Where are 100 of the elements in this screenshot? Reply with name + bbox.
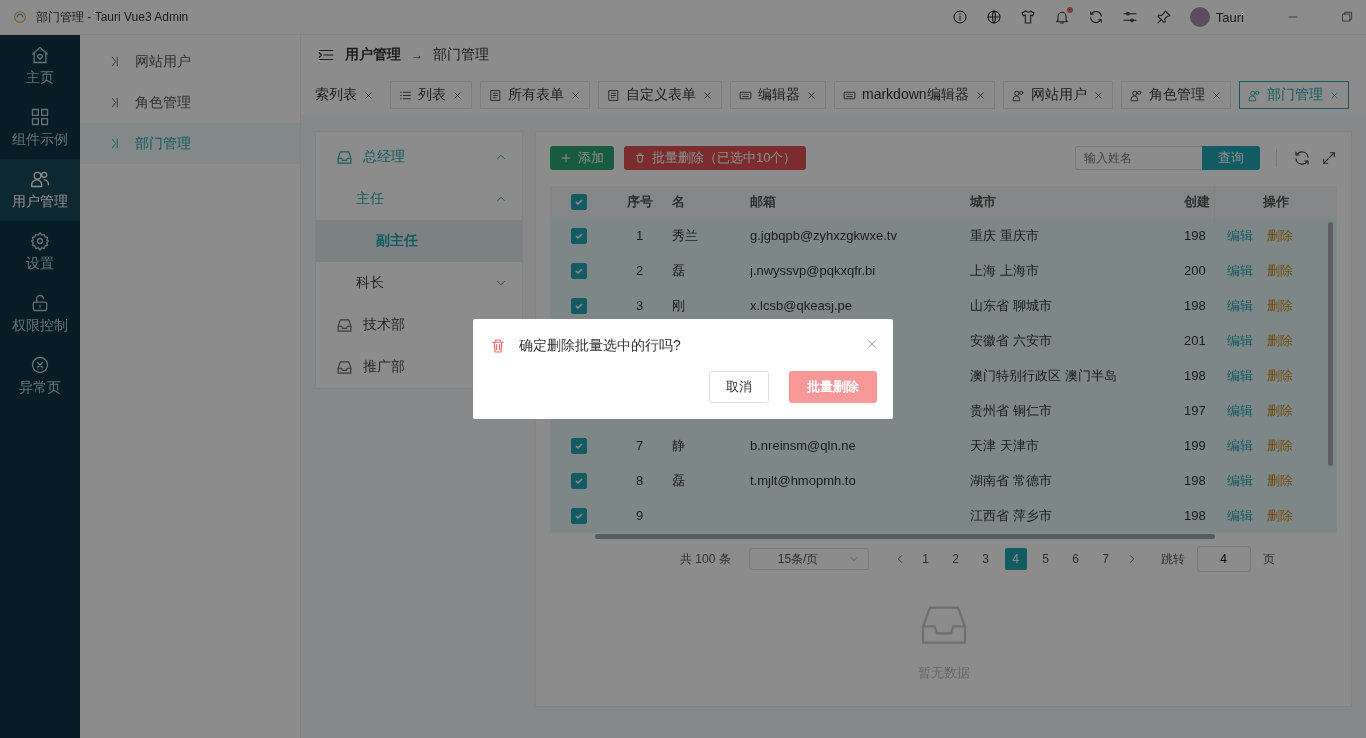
jump-label: 跳转 <box>1160 550 1185 568</box>
checkbox[interactable] <box>570 507 587 524</box>
tree-node[interactable]: 科长 <box>316 262 522 304</box>
tab[interactable]: 角色管理 <box>1120 81 1231 109</box>
restore-icon <box>1340 10 1354 24</box>
checkbox[interactable] <box>570 297 587 314</box>
table-cell: 1 <box>635 228 644 243</box>
nav-item[interactable]: 组件示例 <box>0 97 80 159</box>
table-cell: 上海 上海市 <box>970 262 1039 278</box>
edit-link[interactable]: 编辑 <box>1227 331 1253 350</box>
edit-link[interactable]: 编辑 <box>1227 226 1253 245</box>
user-name[interactable]: Tauri <box>1215 9 1244 25</box>
plus-icon <box>560 152 572 164</box>
scrollbar[interactable] <box>1328 222 1333 466</box>
edit-link[interactable]: 编辑 <box>1227 261 1253 280</box>
menu-item[interactable]: 网站用户 <box>80 41 300 82</box>
info-icon <box>951 9 968 25</box>
table-cell: g.jgbqpb@zyhxzgkwxe.tv <box>750 228 897 243</box>
page-button[interactable]: 6 <box>1064 548 1087 570</box>
column-header: 序号 <box>625 193 654 211</box>
delete-link[interactable]: 删除 <box>1267 331 1293 350</box>
nav-item[interactable]: 设置 <box>0 221 80 283</box>
column-header: 操作 <box>1263 193 1289 211</box>
delete-link[interactable]: 删除 <box>1267 401 1293 420</box>
trash-icon <box>489 337 507 355</box>
page-button[interactable]: 7 <box>1094 548 1117 570</box>
column-header: 创建 <box>1184 193 1211 211</box>
tree-node[interactable]: 副主任 <box>316 220 522 262</box>
tab[interactable]: markdown编辑器 <box>834 81 995 109</box>
edit-link[interactable]: 编辑 <box>1227 401 1253 420</box>
globe-icon <box>985 9 1002 25</box>
window-title: 部门管理 - Tauri Vue3 Admin <box>36 8 189 26</box>
delete-link[interactable]: 删除 <box>1267 506 1293 525</box>
delete-link[interactable]: 删除 <box>1267 436 1293 455</box>
tree-node[interactable]: 主任 <box>316 178 522 220</box>
query-button[interactable]: 查询 <box>1202 146 1260 170</box>
table-cell: 澳门特别行政区 澳门半岛 <box>970 367 1117 383</box>
table-cell: 3 <box>635 298 644 313</box>
cancel-button[interactable]: 取消 <box>709 371 769 403</box>
close-icon <box>1092 89 1104 101</box>
jump-field[interactable]: 4 <box>1196 546 1251 572</box>
check-icon <box>573 510 584 521</box>
dialog-message: 确定删除批量选中的行吗? <box>519 337 681 355</box>
lock-icon <box>30 293 50 313</box>
page-button[interactable]: 5 <box>1034 548 1057 570</box>
table-cell: 静 <box>672 437 685 453</box>
nav-item[interactable]: 异常页 <box>0 345 80 407</box>
table-cell: 198 <box>1184 228 1206 243</box>
form-icon <box>489 88 502 102</box>
edit-link[interactable]: 编辑 <box>1227 506 1253 525</box>
check-icon <box>573 300 584 311</box>
confirm-button[interactable]: 批量删除 <box>789 371 877 403</box>
add-button[interactable]: 添加 <box>550 146 614 170</box>
page-button[interactable]: 4 <box>1004 548 1027 570</box>
users-icon <box>1247 88 1261 102</box>
menu-item[interactable]: 角色管理 <box>80 82 300 123</box>
inbox-icon <box>336 148 353 166</box>
table-cell: 201 <box>1184 333 1206 348</box>
avatar[interactable] <box>1189 7 1210 27</box>
checkbox[interactable] <box>570 194 587 210</box>
close-icon <box>363 89 374 101</box>
edit-link[interactable]: 编辑 <box>1227 471 1253 490</box>
checkbox[interactable] <box>570 227 587 244</box>
nav-item[interactable]: 主页 <box>0 35 80 97</box>
nav-item[interactable]: 用户管理 <box>0 159 80 221</box>
tree-node[interactable]: 总经理 <box>316 136 522 178</box>
delete-link[interactable]: 删除 <box>1267 261 1293 280</box>
close-icon <box>865 337 879 351</box>
breadcrumb-item[interactable]: 用户管理 <box>345 46 401 64</box>
users-icon <box>1129 88 1143 102</box>
edit-link[interactable]: 编辑 <box>1227 436 1253 455</box>
page-button[interactable]: 2 <box>944 548 967 570</box>
menu-item[interactable]: 部门管理 <box>80 123 300 164</box>
delete-link[interactable]: 删除 <box>1267 226 1293 245</box>
delete-link[interactable]: 删除 <box>1267 296 1293 315</box>
checkbox[interactable] <box>570 437 587 454</box>
check-icon <box>573 230 584 241</box>
edit-link[interactable]: 编辑 <box>1227 366 1253 385</box>
page-button[interactable]: 3 <box>974 548 997 570</box>
search-field[interactable]: 输入姓名 <box>1075 146 1202 170</box>
delete-link[interactable]: 删除 <box>1267 471 1293 490</box>
checkbox[interactable] <box>570 262 587 279</box>
close-icon <box>806 89 817 101</box>
tab[interactable]: 列表 <box>390 81 472 109</box>
checkbox[interactable] <box>570 472 587 489</box>
tab[interactable]: 网站用户 <box>1002 81 1113 109</box>
check-icon <box>573 265 584 276</box>
page-size-select[interactable]: 15条/页 <box>748 548 869 570</box>
tab[interactable]: 自定义表单 <box>598 81 722 109</box>
close-circle-icon <box>30 355 50 375</box>
delete-link[interactable]: 删除 <box>1267 366 1293 385</box>
edit-link[interactable]: 编辑 <box>1227 296 1253 315</box>
tab[interactable]: 部门管理 <box>1238 81 1349 109</box>
tab[interactable]: 所有表单 <box>480 81 590 109</box>
batch-delete-button[interactable]: 批量删除（已选中10个） <box>624 146 807 170</box>
grid-icon <box>30 107 50 127</box>
tab[interactable]: 编辑器 <box>730 81 826 109</box>
page-button[interactable]: 1 <box>914 548 937 570</box>
nav-item[interactable]: 权限控制 <box>0 283 80 345</box>
scrollbar[interactable] <box>595 534 1215 539</box>
